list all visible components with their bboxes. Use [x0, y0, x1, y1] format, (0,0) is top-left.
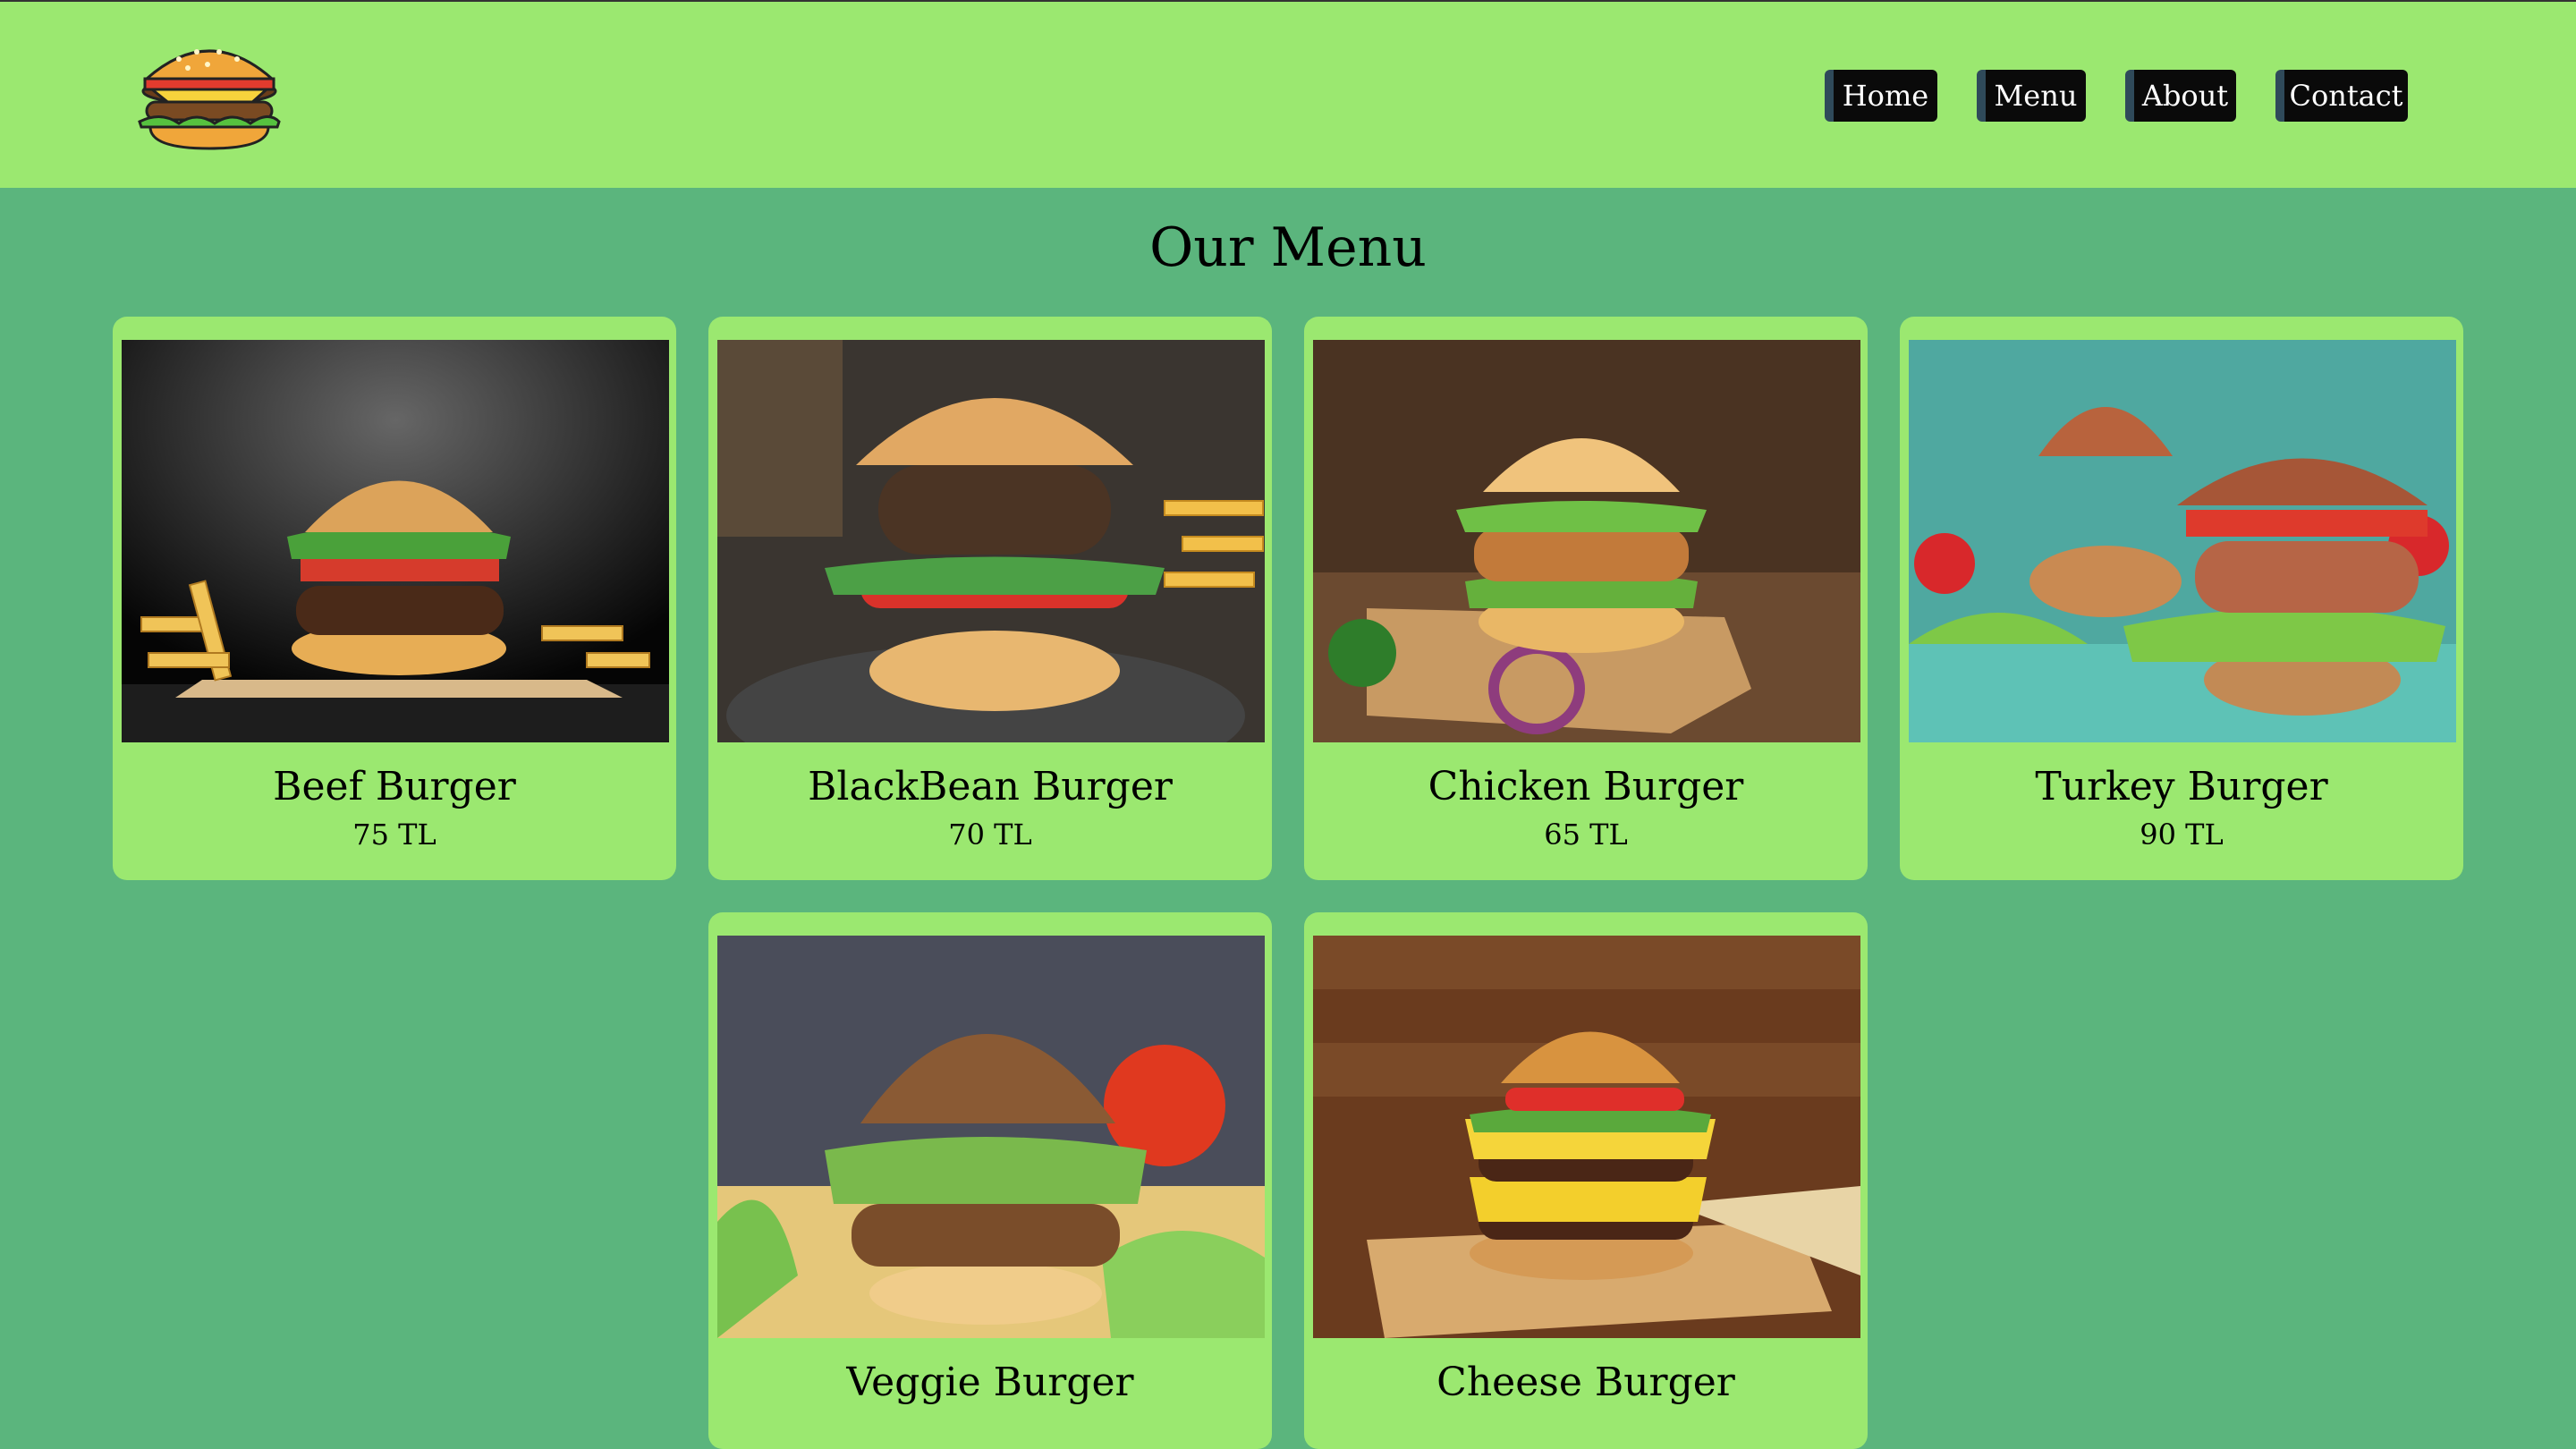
menu-card-cheese[interactable]: Cheese Burger: [1304, 912, 1868, 1449]
menu-item-price: 90 TL: [2140, 818, 2224, 852]
turkey-burger-image: [1909, 340, 2456, 742]
menu-item-price: 75 TL: [352, 818, 436, 852]
menu-item-name: Veggie Burger: [846, 1360, 1134, 1405]
menu-item-price: 70 TL: [948, 818, 1032, 852]
page-title: Our Menu: [1149, 216, 1427, 279]
menu-item-name: Turkey Burger: [2035, 764, 2328, 809]
nav-about[interactable]: About: [2125, 70, 2236, 122]
nav-contact[interactable]: Contact: [2275, 70, 2408, 122]
menu-card-beef[interactable]: Beef Burger 75 TL: [113, 317, 676, 880]
site-header: Home Menu About Contact: [0, 2, 2576, 188]
menu-item-name: Cheese Burger: [1436, 1360, 1735, 1405]
menu-card-blackbean[interactable]: BlackBean Burger 70 TL: [708, 317, 1272, 880]
nav-menu[interactable]: Menu: [1977, 70, 2086, 122]
menu-card-turkey[interactable]: Turkey Burger 90 TL: [1900, 317, 2463, 880]
chicken-burger-image: [1313, 340, 1860, 742]
menu-card-chicken[interactable]: Chicken Burger 65 TL: [1304, 317, 1868, 880]
menu-item-price: 65 TL: [1544, 818, 1628, 852]
cheese-burger-image: [1313, 936, 1860, 1338]
blackbean-burger-image: [717, 340, 1265, 742]
menu-card-veggie[interactable]: Veggie Burger: [708, 912, 1272, 1449]
nav-home[interactable]: Home: [1825, 70, 1937, 122]
menu-item-name: BlackBean Burger: [808, 764, 1173, 809]
menu-item-name: Beef Burger: [273, 764, 516, 809]
veggie-burger-image: [717, 936, 1265, 1338]
burger-logo-icon[interactable]: [134, 41, 284, 154]
menu-item-name: Chicken Burger: [1428, 764, 1744, 809]
beef-burger-image: [122, 340, 669, 742]
